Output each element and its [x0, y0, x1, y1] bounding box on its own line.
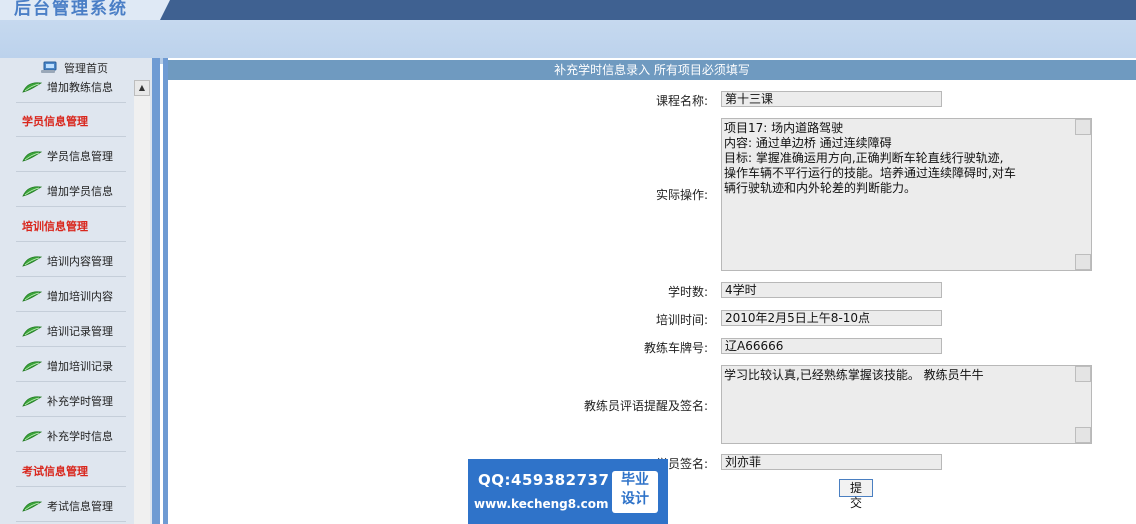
hours-label: 学时数:	[667, 285, 708, 299]
leaf-icon	[22, 430, 42, 442]
leaf-icon	[22, 360, 42, 372]
app-title: 后台管理系统	[14, 0, 128, 19]
course-name-field[interactable]: 第十三课	[721, 91, 942, 107]
leaf-icon	[22, 325, 42, 337]
leaf-icon	[22, 81, 42, 93]
main-left-border	[163, 58, 168, 524]
sidebar-item[interactable]: 补充学时信息	[16, 421, 126, 452]
sidebar-item[interactable]: 补充学时管理	[16, 386, 126, 417]
submit-button[interactable]: 提交	[839, 479, 873, 510]
course-name-label: 课程名称:	[655, 94, 708, 108]
sidebar-group-heading: 学员信息管理	[16, 106, 126, 137]
car-plate-label: 教练车牌号:	[643, 341, 708, 355]
sidebar-rail	[152, 58, 160, 524]
sidebar-group-heading: 培训信息管理	[16, 211, 126, 242]
sidebar-item[interactable]: 增加培训内容	[16, 281, 126, 312]
leaf-icon	[22, 185, 42, 197]
practice-label: 实际操作:	[655, 188, 708, 202]
leaf-icon	[22, 500, 42, 512]
sidebar-item[interactable]: 增加培训记录	[16, 351, 126, 382]
leaf-icon	[22, 395, 42, 407]
sidebar-scroll-up-button[interactable]: ▲	[134, 80, 150, 96]
sidebar-item-label: 培训记录管理	[47, 325, 113, 338]
practice-textarea[interactable]: 项目17: 场内道路驾驶 内容: 通过单边桥 通过连续障碍 目标: 掌握准确运用…	[721, 118, 1092, 271]
sidebar-item-label: 补充学时管理	[47, 395, 113, 408]
sidebar-scrollbar-track[interactable]	[134, 96, 150, 524]
sidebar-group-label: 学员信息管理	[22, 115, 88, 128]
practice-scroll-up[interactable]	[1075, 119, 1091, 135]
train-time-label: 培训时间:	[655, 313, 708, 327]
sidebar-group-label: 考试信息管理	[22, 465, 88, 478]
watermark-badge-line2: 设计	[621, 491, 649, 507]
sidebar-item[interactable]: 考试信息管理	[16, 491, 126, 522]
sidebar-group-heading: 考试信息管理	[16, 456, 126, 487]
sidebar-item[interactable]: 培训内容管理	[16, 246, 126, 277]
hours-field[interactable]: 4学时	[721, 282, 942, 298]
top-banner	[0, 0, 1136, 20]
train-time-field[interactable]: 2010年2月5日上午8-10点	[721, 310, 942, 326]
leaf-icon	[22, 150, 42, 162]
sidebar-item-label: 增加学员信息	[47, 185, 113, 198]
car-plate-field[interactable]: 辽A66666	[721, 338, 942, 354]
sidebar-item-label: 增加培训内容	[47, 290, 113, 303]
form-title: 补充学时信息录入 所有项目必须填写	[168, 60, 1136, 80]
watermark-banner: QQ:459382737 www.kecheng8.com 毕业 设计	[468, 459, 668, 524]
sidebar-item-label: 培训内容管理	[47, 255, 113, 268]
sidebar-item-label: 考试信息管理	[47, 500, 113, 513]
watermark-badge: 毕业 设计	[612, 471, 658, 513]
sidebar-group-label: 培训信息管理	[22, 220, 88, 233]
coach-comment-scroll-down[interactable]	[1075, 427, 1091, 443]
leaf-icon	[22, 255, 42, 267]
sidebar-item-label: 增加培训记录	[47, 360, 113, 373]
coach-comment-textarea[interactable]: 学习比较认真,已经熟练掌握该技能。 教练员牛牛	[721, 365, 1092, 444]
sidebar-item[interactable]: 增加教练信息	[16, 72, 126, 103]
leaf-icon	[22, 290, 42, 302]
sidebar-item[interactable]: 培训记录管理	[16, 316, 126, 347]
sidebar-item-label: 学员信息管理	[47, 150, 113, 163]
sidebar-item-label: 补充学时信息	[47, 430, 113, 443]
practice-scroll-down[interactable]	[1075, 254, 1091, 270]
sidebar-item[interactable]: 学员信息管理	[16, 141, 126, 172]
watermark-qq: QQ:459382737	[478, 471, 610, 489]
header-band	[0, 20, 1136, 58]
sidebar-item-label: 增加教练信息	[47, 81, 113, 94]
coach-comment-label: 教练员评语提醒及签名:	[583, 399, 708, 413]
watermark-url: www.kecheng8.com	[474, 497, 609, 511]
watermark-badge-line1: 毕业	[621, 472, 649, 488]
student-sign-field[interactable]: 刘亦菲	[721, 454, 942, 470]
coach-comment-scroll-up[interactable]	[1075, 366, 1091, 382]
logo-tab: 后台管理系统	[0, 0, 170, 20]
sidebar-item[interactable]: 增加学员信息	[16, 176, 126, 207]
